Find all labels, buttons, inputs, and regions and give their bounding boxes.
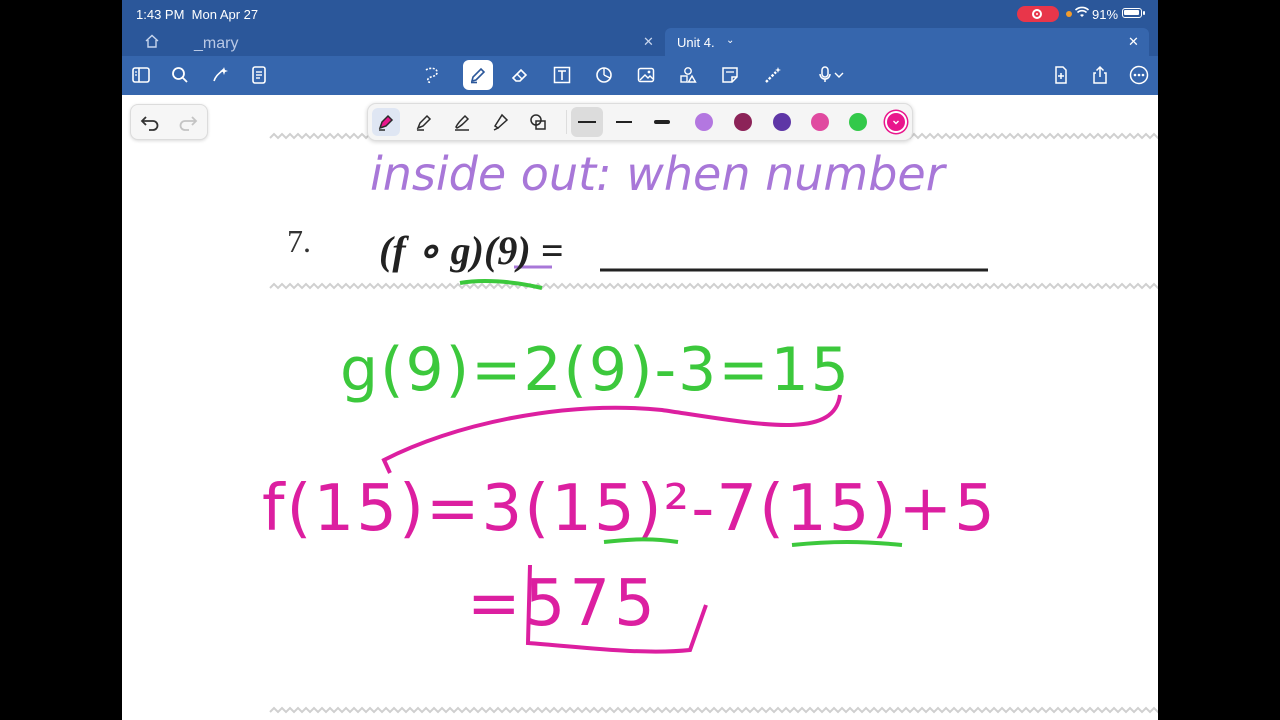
- main-toolbar: [122, 56, 1158, 95]
- problem-number: 7.: [287, 223, 311, 259]
- undo-icon[interactable]: [139, 111, 161, 133]
- ball-pen-icon[interactable]: [410, 108, 438, 136]
- share-icon[interactable]: [1087, 62, 1113, 88]
- ink-line-1: g(9)=2(9)-3=15: [340, 335, 851, 405]
- tab-bar: _mary ✕ Unit 4. ⌄ ✕: [122, 28, 1158, 56]
- chevron-down-icon: [893, 120, 899, 125]
- ink-line-2: f(15)=3(15)²-7(15)+5: [262, 472, 997, 546]
- wifi-icon: [1074, 6, 1090, 21]
- text-box-icon[interactable]: [549, 62, 575, 88]
- chevron-down-icon[interactable]: ⌄: [726, 35, 734, 46]
- ink-note-top: inside out: when number: [370, 147, 948, 201]
- mic-indicator-icon: [1066, 11, 1072, 17]
- pen-icon[interactable]: [463, 60, 493, 90]
- color-swatch-purple[interactable]: [773, 113, 791, 131]
- sticky-note-icon[interactable]: [717, 62, 743, 88]
- brush-pen-icon[interactable]: [448, 108, 476, 136]
- tab-unit-4[interactable]: Unit 4. ⌄ ✕: [665, 28, 1149, 56]
- magic-wand-icon[interactable]: [760, 62, 786, 88]
- note-canvas[interactable]: inside out: when number g(9)=2(9)-3=15 f…: [122, 95, 1158, 720]
- highlighter-icon[interactable]: [486, 108, 514, 136]
- redo-icon[interactable]: [177, 111, 199, 133]
- shapes-icon[interactable]: [591, 62, 617, 88]
- search-icon[interactable]: [167, 62, 193, 88]
- color-swatch-pink[interactable]: [811, 113, 829, 131]
- stickers-icon[interactable]: [675, 62, 701, 88]
- sparkle-icon[interactable]: [207, 62, 233, 88]
- color-swatch-green[interactable]: [849, 113, 867, 131]
- tab-label: Unit 4.: [677, 35, 715, 50]
- problem-expression: (f ∘ g)(9) =: [379, 228, 564, 273]
- home-icon[interactable]: [144, 33, 160, 49]
- more-icon[interactable]: [1126, 62, 1152, 88]
- shape-pen-icon[interactable]: [524, 108, 552, 136]
- eraser-icon[interactable]: [507, 62, 533, 88]
- tab-close-icon[interactable]: ✕: [1128, 34, 1139, 50]
- tab-notebook-1[interactable]: _mary: [194, 35, 238, 53]
- notes-icon[interactable]: [246, 62, 272, 88]
- color-swatch-lavender[interactable]: [695, 113, 713, 131]
- sidebar-icon[interactable]: [128, 62, 154, 88]
- undo-redo-bar: [130, 104, 208, 140]
- battery-percent: 91%: [1092, 7, 1119, 22]
- tab-close-icon[interactable]: ✕: [643, 34, 654, 50]
- fountain-pen-icon[interactable]: [372, 108, 400, 136]
- pen-palette: [367, 103, 913, 141]
- add-page-icon[interactable]: [1048, 62, 1074, 88]
- lasso-icon[interactable]: [419, 62, 445, 88]
- ink-line-3: =575: [467, 567, 659, 641]
- screen-recording-icon[interactable]: [1017, 6, 1059, 22]
- status-bar: 1:43 PM Mon Apr 27 91%: [122, 0, 1158, 28]
- color-swatch-magenta-selected[interactable]: [887, 113, 905, 131]
- image-icon[interactable]: [633, 62, 659, 88]
- ink-layer: inside out: when number g(9)=2(9)-3=15 f…: [262, 132, 1158, 714]
- microphone-icon[interactable]: [812, 62, 852, 88]
- status-time: 1:43 PM Mon Apr 27: [136, 7, 259, 22]
- battery-icon: [1122, 8, 1145, 18]
- ipad-screen: 1:43 PM Mon Apr 27 91% _mary ✕ Unit 4. ⌄…: [122, 0, 1158, 720]
- color-swatch-plum[interactable]: [734, 113, 752, 131]
